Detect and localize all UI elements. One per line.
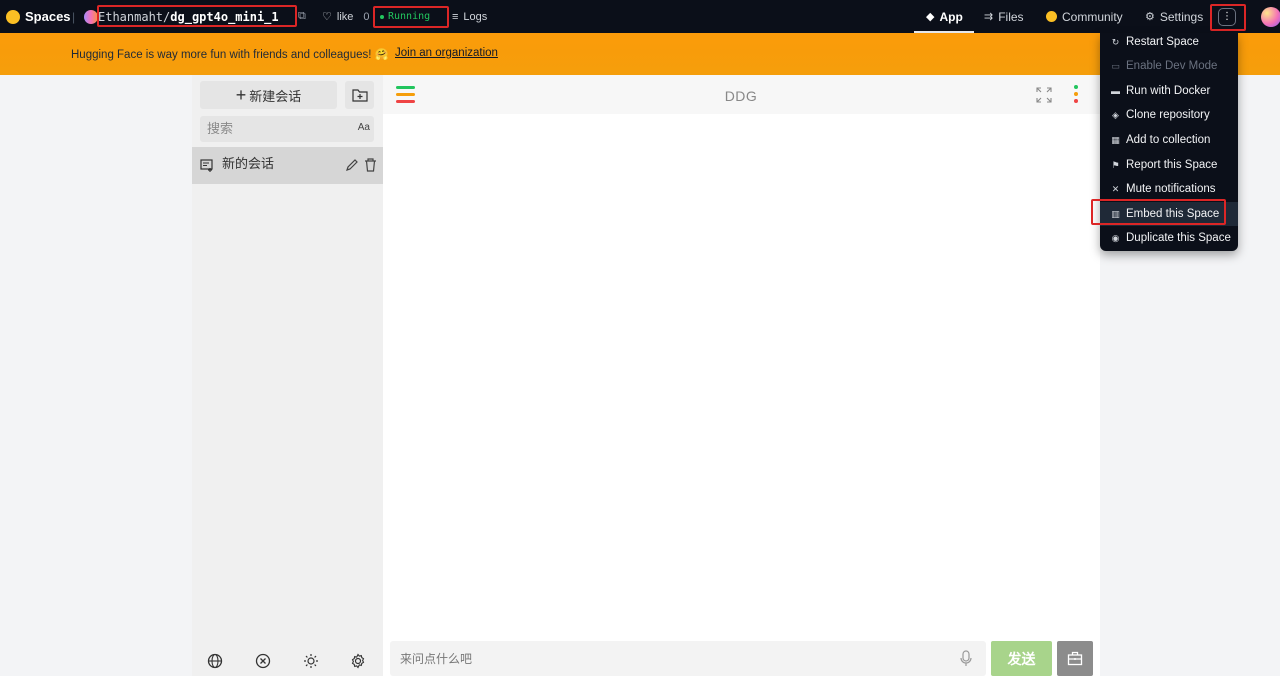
chat-options-icon[interactable]	[1074, 85, 1078, 106]
like-count: 0	[363, 10, 370, 23]
owner-avatar-icon	[84, 9, 98, 24]
mute-icon: ✕	[1111, 183, 1120, 194]
send-button[interactable]: 发送	[991, 641, 1052, 676]
new-chat-button[interactable]: + 新建会话	[200, 81, 337, 109]
files-icon: ⇉	[984, 11, 994, 23]
logs-icon: ≡	[452, 10, 459, 23]
menu-item-duplicate-this-space[interactable]: ◉ Duplicate this Space	[1100, 226, 1238, 250]
menu-item-enable-dev-mode: ▭ Enable Dev Mode	[1100, 54, 1238, 78]
highlight-box-repo	[97, 5, 297, 27]
tab-app[interactable]: ◆ App	[926, 0, 963, 33]
divider: |	[72, 9, 76, 24]
gear-settings-icon[interactable]	[350, 653, 366, 669]
menu-item-add-to-collection[interactable]: ▦ Add to collection	[1100, 128, 1238, 152]
globe-language-icon[interactable]	[207, 653, 223, 669]
new-chat-label: 新建会话	[249, 88, 302, 104]
message-input[interactable]	[390, 641, 950, 676]
highlight-box-status	[373, 6, 449, 28]
terminal-icon: ▭	[1111, 60, 1120, 71]
banner-message: Hugging Face is way more fun with friend…	[71, 49, 389, 61]
toolbox-button[interactable]	[1057, 641, 1093, 676]
match-case-toggle[interactable]: Aa	[358, 122, 370, 133]
menu-item-label: Enable Dev Mode	[1126, 60, 1218, 72]
org-banner: Hugging Face is way more fun with friend…	[0, 33, 1280, 75]
collection-icon: ▦	[1111, 134, 1120, 145]
menu-item-report-this-space[interactable]: ⚑ Report this Space	[1100, 153, 1238, 177]
menu-item-label: Restart Space	[1126, 36, 1199, 48]
menu-item-label: Duplicate this Space	[1126, 232, 1231, 244]
fullscreen-icon[interactable]	[1035, 86, 1053, 104]
hugging-face-logo-icon	[6, 9, 20, 24]
tab-community-label: Community	[1062, 9, 1123, 24]
spaces-home-link[interactable]: Spaces	[6, 0, 71, 33]
like-button[interactable]: ♡ like 0	[322, 0, 370, 33]
menu-item-label: Mute notifications	[1126, 183, 1216, 195]
trash-icon[interactable]	[364, 158, 377, 172]
conversation-title: 新的会话	[222, 156, 275, 171]
menu-item-label: Report this Space	[1126, 159, 1218, 171]
like-label: like	[336, 10, 354, 23]
owner-avatar[interactable]	[84, 0, 98, 33]
tab-files-label: Files	[998, 9, 1024, 24]
heart-icon: ♡	[322, 11, 332, 23]
user-avatar-icon	[1261, 6, 1280, 27]
chat-title: DDG	[724, 88, 758, 104]
conversation-item[interactable]: 新的会话	[192, 147, 383, 184]
menu-item-mute-notifications[interactable]: ✕ Mute notifications	[1100, 177, 1238, 201]
search-input[interactable]	[200, 116, 340, 142]
duplicate-icon: ◉	[1111, 232, 1120, 243]
microphone-icon[interactable]	[960, 650, 972, 667]
tab-files[interactable]: ⇉ Files	[984, 0, 1024, 33]
chat-add-icon	[200, 159, 213, 172]
spaces-brand-label: Spaces	[25, 9, 71, 24]
logs-button[interactable]: ≡ Logs	[452, 0, 487, 33]
menu-item-run-with-docker[interactable]: ▬ Run with Docker	[1100, 79, 1238, 103]
pencil-icon[interactable]	[345, 158, 359, 172]
git-icon: ◈	[1112, 109, 1119, 120]
menu-item-label: Add to collection	[1126, 134, 1211, 146]
plus-icon: +	[235, 84, 247, 105]
tab-settings-label: Settings	[1159, 9, 1204, 24]
tab-community[interactable]: Community	[1046, 0, 1123, 33]
highlight-box-embed	[1091, 199, 1226, 225]
chat-main-area	[383, 75, 1100, 676]
docker-icon: ▬	[1111, 86, 1120, 96]
clear-circle-icon[interactable]	[255, 653, 271, 669]
cube-icon: ◆	[926, 11, 935, 23]
sun-theme-icon[interactable]	[303, 653, 319, 669]
new-folder-button[interactable]	[345, 81, 374, 109]
menu-item-label: Run with Docker	[1126, 85, 1211, 97]
menu-item-restart-space[interactable]: ↻ Restart Space	[1100, 30, 1238, 54]
flag-icon: ⚑	[1111, 159, 1120, 170]
tab-settings[interactable]: ⚙ Settings	[1145, 0, 1203, 33]
highlight-box-more	[1210, 4, 1246, 31]
join-organization-link[interactable]: Join an organization	[395, 47, 498, 59]
folder-plus-icon	[351, 89, 368, 102]
top-navigation-bar: Spaces | Ethanmaht / dg_gpt4o_mini_1 ⧉ ♡ li…	[0, 0, 1280, 33]
toolbox-icon	[1067, 651, 1083, 666]
menu-toggle-icon[interactable]	[396, 86, 415, 107]
tab-app-label: App	[939, 9, 963, 24]
copy-icon[interactable]: ⧉	[298, 0, 306, 33]
menu-item-label: Clone repository	[1126, 109, 1210, 121]
restart-icon: ↻	[1111, 36, 1120, 47]
message-input-container[interactable]	[390, 641, 986, 676]
logs-label: Logs	[463, 10, 488, 23]
gear-icon: ⚙	[1145, 11, 1155, 23]
menu-item-clone-repository[interactable]: ◈ Clone repository	[1100, 103, 1238, 127]
community-icon	[1046, 11, 1057, 22]
search-field[interactable]: Aa	[200, 116, 374, 142]
user-avatar[interactable]	[1261, 0, 1280, 33]
